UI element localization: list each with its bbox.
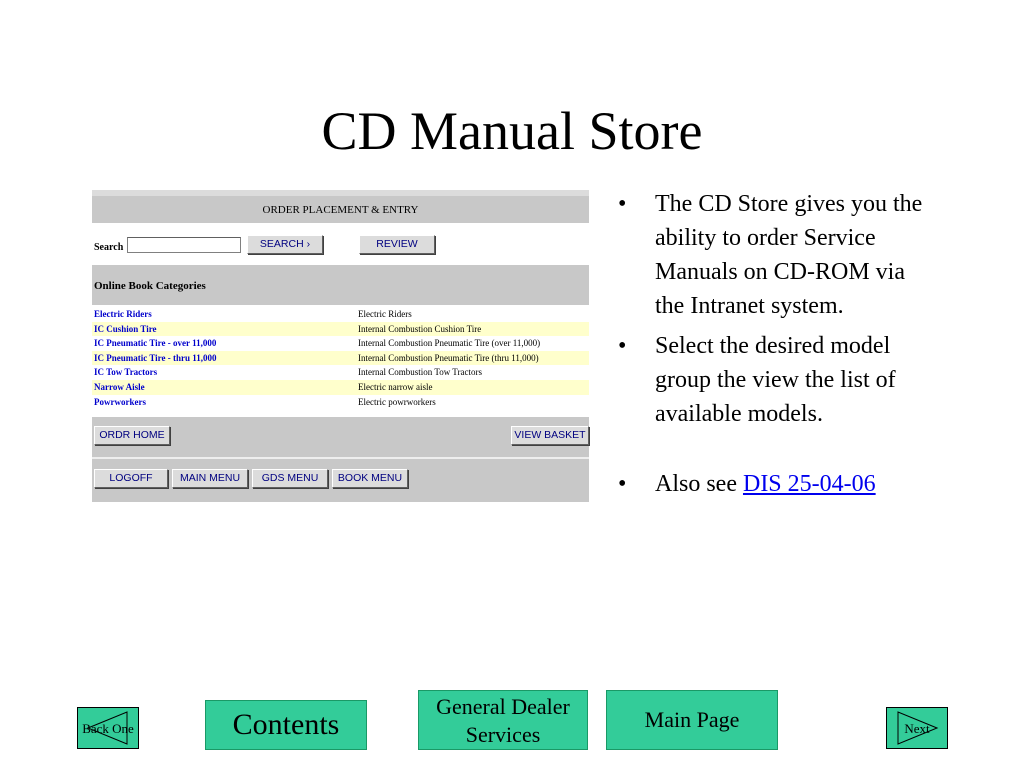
search-label: Search: [94, 242, 124, 253]
category-description: Electric Riders: [358, 309, 412, 319]
header-strip: [92, 190, 589, 196]
back-one-button[interactable]: Back One: [77, 707, 139, 749]
table-row: IC Cushion Tire Internal Combustion Cush…: [92, 321, 589, 337]
category-link-ic-tow-tractors[interactable]: IC Tow Tractors: [94, 365, 157, 379]
divider: [92, 457, 589, 459]
search-button[interactable]: SEARCH ›: [247, 235, 323, 254]
order-header-band: ORDER PLACEMENT & ENTRY: [92, 190, 589, 223]
category-link-narrow-aisle[interactable]: Narrow Aisle: [94, 380, 145, 394]
bullet-text-select-model: Select the desired model group the view …: [655, 333, 896, 427]
category-description: Electric powrworkers: [358, 396, 436, 407]
category-link-electric-riders[interactable]: Electric Riders: [94, 307, 152, 321]
book-menu-button[interactable]: BOOK MENU: [332, 469, 408, 488]
category-description: Electric narrow aisle: [358, 381, 433, 392]
next-label: Next: [904, 721, 930, 736]
category-link-powrworkers[interactable]: Powrworkers: [94, 395, 146, 409]
bullet-list: • The CD Store gives you the ability to …: [618, 187, 928, 507]
table-row: Powrworkers Electric powrworkers: [92, 395, 589, 410]
table-row: IC Pneumatic Tire - over 11,000 Internal…: [92, 336, 589, 351]
gds-menu-button[interactable]: GDS MENU: [252, 469, 328, 488]
next-button[interactable]: Next: [886, 707, 948, 749]
back-one-label: Back One: [82, 721, 134, 736]
table-row: IC Pneumatic Tire - thru 11,000 Internal…: [92, 350, 589, 366]
category-description: Internal Combustion Pneumatic Tire (thru…: [358, 352, 539, 363]
slide-title: CD Manual Store: [321, 101, 703, 161]
category-link-ic-cushion-tire[interactable]: IC Cushion Tire: [94, 322, 157, 336]
bullet-dot: •: [618, 471, 627, 497]
category-description: Internal Combustion Pneumatic Tire (over…: [358, 338, 541, 349]
bullet-item: • Also see DIS 25-04-06: [618, 467, 928, 501]
order-header-title: ORDER PLACEMENT & ENTRY: [262, 204, 419, 216]
bullet-item: • The CD Store gives you the ability to …: [618, 187, 928, 323]
contents-button[interactable]: Contents: [205, 700, 367, 750]
bullet-text-cd-store: The CD Store gives you the ability to or…: [655, 191, 923, 319]
table-row: Electric Riders Electric Riders: [92, 307, 589, 322]
category-description: Internal Combustion Tow Tractors: [358, 367, 482, 378]
table-row: Narrow Aisle Electric narrow aisle: [92, 379, 589, 395]
view-basket-button[interactable]: VIEW BASKET: [511, 426, 589, 445]
category-description: Internal Combustion Cushion Tire: [358, 323, 482, 334]
categories-title: Online Book Categories: [94, 280, 206, 292]
table-row: IC Tow Tractors Internal Combustion Tow …: [92, 365, 589, 380]
ordr-home-button[interactable]: ORDR HOME: [94, 426, 170, 445]
bullet-text-also-see: Also see: [655, 471, 743, 497]
dis-link[interactable]: DIS 25-04-06: [743, 471, 876, 497]
main-page-button[interactable]: Main Page: [606, 690, 778, 750]
cd-store-screenshot: ORDER PLACEMENT & ENTRY Search SEARCH › …: [92, 190, 589, 502]
review-button[interactable]: REVIEW: [359, 235, 435, 254]
bullet-dot: •: [618, 333, 627, 359]
general-dealer-services-button[interactable]: General Dealer Services: [418, 690, 588, 750]
search-input[interactable]: [127, 237, 241, 253]
main-menu-button[interactable]: MAIN MENU: [172, 469, 248, 488]
bullet-item: • Select the desired model group the vie…: [618, 329, 928, 431]
category-link-ic-pneumatic-over[interactable]: IC Pneumatic Tire - over 11,000: [94, 336, 216, 350]
category-link-ic-pneumatic-thru[interactable]: IC Pneumatic Tire - thru 11,000: [94, 351, 217, 365]
logoff-button[interactable]: LOGOFF: [94, 469, 168, 488]
bullet-dot: •: [618, 191, 627, 217]
category-table: Electric Riders Electric Riders IC Cushi…: [92, 307, 589, 409]
